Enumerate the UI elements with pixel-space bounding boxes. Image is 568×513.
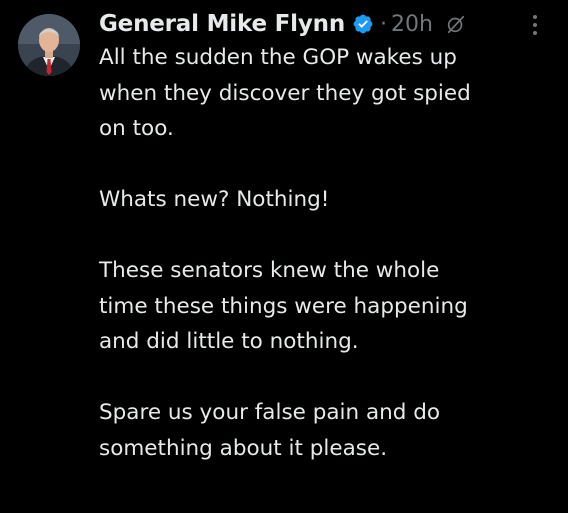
more-options-icon[interactable] [527,12,543,38]
tweet-line: on too. [99,116,174,141]
tweet-text: All the sudden the GOP wakes up when the… [99,40,549,466]
tweet-line: and did little to nothing. [99,329,359,354]
tweet-line: Spare us your false pain and do [99,400,441,425]
tweet-header: General Mike Flynn · 20h [99,8,467,40]
tweet-line: Whats new? Nothing! [99,187,330,212]
tweet[interactable]: General Mike Flynn · 20h All the sudden … [0,0,568,513]
tweet-paragraph: All the sudden the GOP wakes up when the… [99,40,549,147]
avatar-image [18,14,80,76]
avatar[interactable] [18,14,80,76]
tweet-paragraph: Whats new? Nothing! [99,182,549,218]
tweet-line: when they discover they got spied [99,80,471,106]
header-separator: · [380,11,387,37]
tweet-timestamp[interactable]: 20h [391,12,433,37]
tweet-line: All the sudden the GOP wakes up [99,45,457,70]
verified-badge-icon[interactable] [352,13,374,35]
tweet-paragraph: Spare us your false pain and do somethin… [99,395,549,466]
tweet-line: These senators knew the whole [99,258,440,283]
tweet-line: something about it please. [99,435,388,461]
grok-icon[interactable] [445,13,467,35]
tweet-paragraph: These senators knew the whole time these… [99,253,549,360]
author-display-name[interactable]: General Mike Flynn [99,11,345,37]
tweet-line: time these things were happening [99,293,468,319]
